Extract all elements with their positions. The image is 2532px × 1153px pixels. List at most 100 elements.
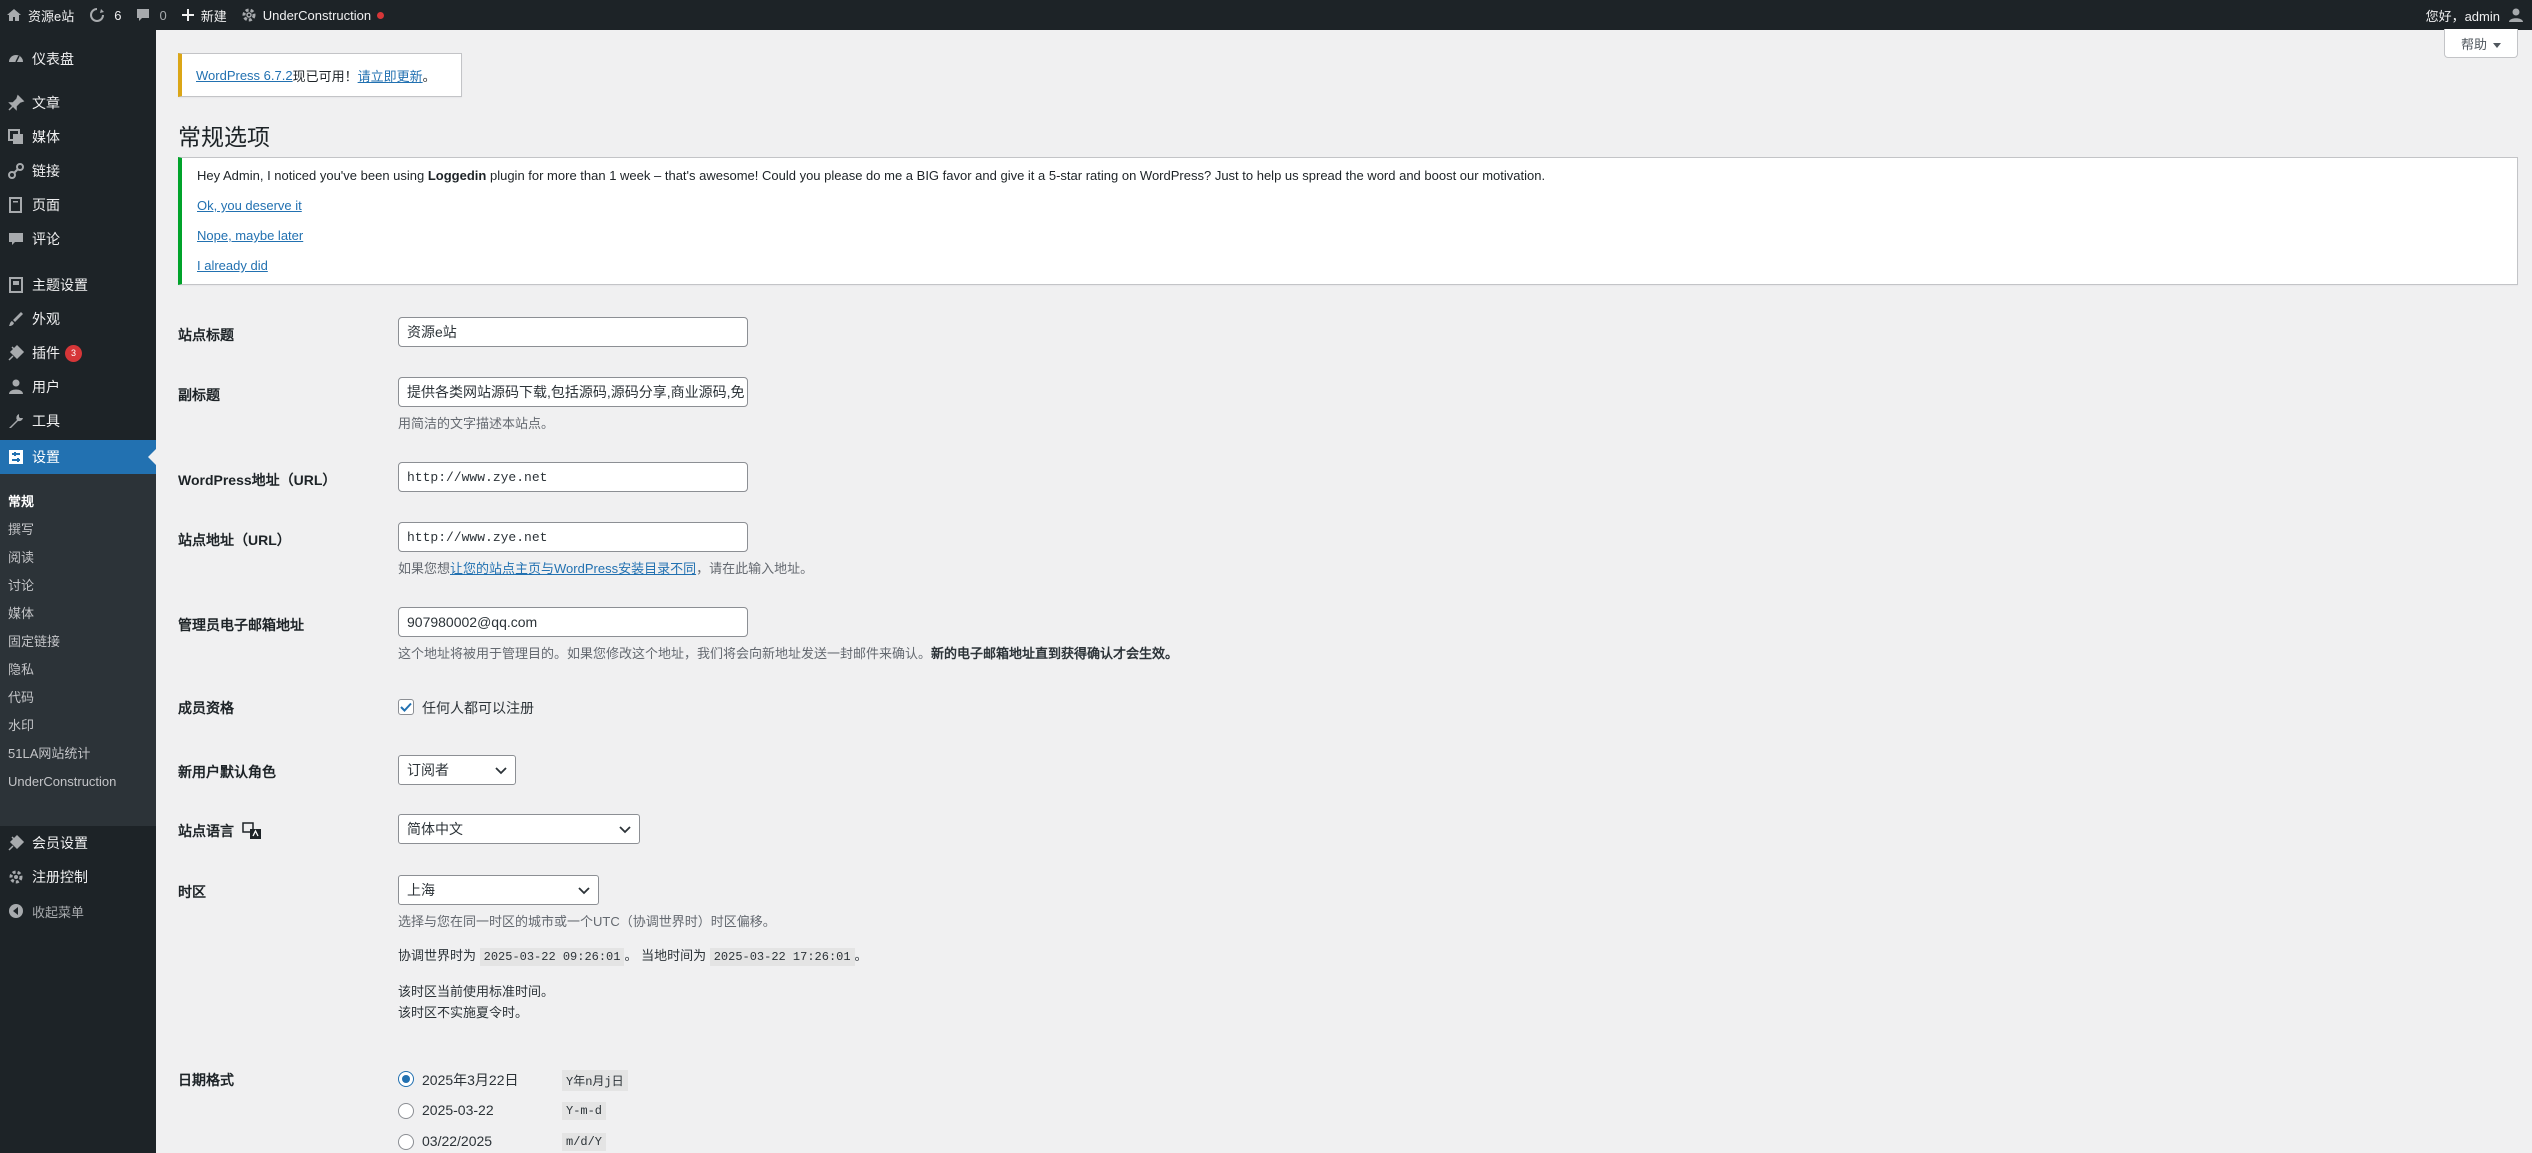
submenu-reading[interactable]: 阅读 (8, 548, 34, 568)
rating-message-post: plugin for more than 1 week – that's awe… (486, 168, 1546, 183)
settings-icon (0, 448, 32, 466)
comment-bubble-icon (135, 7, 151, 23)
underconstruction-label: UnderConstruction (262, 7, 372, 23)
menu-media[interactable]: 媒体 (0, 120, 156, 154)
wordpress-url-input[interactable]: http://www.zye.net (398, 462, 748, 492)
update-period: 。 (422, 68, 436, 84)
timezone-label: 时区 (178, 884, 206, 900)
chevron-down-icon (619, 821, 631, 837)
update-notice: WordPress 6.7.2 现已可用！ 请立即更新 。 (178, 53, 462, 97)
site-language-select[interactable]: 简体中文 (398, 814, 640, 844)
date-format-code-1: Y年n月j日 (562, 1070, 628, 1091)
membership-checkbox-label[interactable]: 任何人都可以注册 (422, 698, 534, 718)
menu-comments[interactable]: 评论 (0, 222, 156, 256)
status-dot-icon (377, 11, 385, 19)
site-url-help-link[interactable]: 让您的站点主页与WordPress安装目录不同 (450, 561, 696, 576)
new-label: 新建 (200, 8, 227, 24)
menu-register-control[interactable]: 注册控制 (0, 860, 156, 894)
submenu-51la-stats[interactable]: 51LA网站统计 (8, 744, 90, 764)
rate-later-link[interactable]: Nope, maybe later (197, 228, 303, 243)
underconstruction-menu[interactable]: UnderConstruction (235, 0, 392, 30)
dst-note: 该时区不实施夏令时。 (398, 1005, 529, 1020)
collapse-menu-button[interactable]: 收起菜单 (0, 894, 156, 928)
site-title-label: 站点标题 (178, 327, 234, 343)
submenu-media[interactable]: 媒体 (8, 604, 34, 624)
rate-done-link[interactable]: I already did (197, 258, 268, 273)
site-url-desc-post: ，请在此输入地址。 (696, 561, 814, 576)
submenu-underconstruction[interactable]: UnderConstruction (8, 772, 116, 792)
menu-settings[interactable]: 设置 (0, 440, 156, 474)
date-format-code-3: m/d/Y (562, 1133, 607, 1151)
admin-email-input[interactable]: 907980002@qq.com (398, 607, 748, 637)
submenu-discussion[interactable]: 讨论 (8, 576, 34, 596)
chevron-down-icon (495, 762, 507, 778)
member-settings-icon (0, 834, 32, 852)
rate-yes-link[interactable]: Ok, you deserve it (197, 198, 302, 213)
dashboard-icon (0, 50, 32, 68)
site-language-label-text: 站点语言 (178, 823, 234, 839)
default-role-select[interactable]: 订阅者 (398, 755, 516, 785)
date-format-label: 日期格式 (178, 1072, 234, 1088)
utc-label: 协调世界时为 (398, 948, 477, 963)
date-format-option-1[interactable]: 2025年3月22日 (422, 1070, 519, 1090)
menu-users[interactable]: 用户 (0, 370, 156, 404)
menu-posts[interactable]: 文章 (0, 86, 156, 120)
chevron-down-icon (578, 882, 590, 898)
admin-email-desc-bold: 新的电子邮箱地址直到获得确认才会生效。 (931, 646, 1179, 661)
menu-tools[interactable]: 工具 (0, 404, 156, 438)
comments-menu[interactable]: 0 (129, 0, 174, 30)
submenu-watermark[interactable]: 水印 (8, 716, 34, 736)
menu-dashboard[interactable]: 仪表盘 (0, 42, 156, 76)
site-title-input[interactable]: 资源e站 (398, 317, 748, 347)
my-account-menu[interactable]: 您好，admin (2426, 6, 2532, 25)
plugin-icon (0, 344, 32, 362)
submenu-writing[interactable]: 撰写 (8, 520, 34, 540)
new-content-menu[interactable]: 新建 (175, 0, 235, 30)
site-name-menu[interactable]: 资源e站 (0, 0, 82, 30)
updates-menu[interactable]: 6 (82, 0, 129, 30)
register-control-icon (0, 868, 32, 886)
submenu-code[interactable]: 代码 (8, 688, 34, 708)
submenu-permalinks[interactable]: 固定链接 (8, 632, 60, 652)
membership-checkbox[interactable] (398, 699, 414, 715)
membership-label: 成员资格 (178, 700, 234, 716)
date-format-option-3[interactable]: 03/22/2025 (422, 1133, 492, 1149)
site-url-desc-pre: 如果您想 (398, 561, 451, 576)
help-label: 帮助 (2460, 36, 2487, 52)
gear-icon (241, 7, 257, 23)
wordpress-version-link[interactable]: WordPress 6.7.2 (196, 68, 293, 83)
translation-icon (242, 822, 262, 843)
page-title: 常规选项 (178, 124, 270, 150)
default-role-label: 新用户默认角色 (178, 764, 276, 780)
default-role-value: 订阅者 (407, 762, 449, 778)
home-icon (6, 7, 22, 23)
greeting: 您好，admin (2425, 8, 2500, 24)
menu-appearance[interactable]: 外观 (0, 302, 156, 336)
menu-plugins[interactable]: 插件 3 (0, 336, 156, 370)
menu-links[interactable]: 链接 (0, 154, 156, 188)
update-now-link[interactable]: 请立即更新 (358, 66, 423, 85)
caret-down-icon (2493, 36, 2501, 51)
timezone-select[interactable]: 上海 (398, 875, 599, 905)
submenu-general[interactable]: 常规 (8, 492, 34, 512)
site-url-input[interactable]: http://www.zye.net (398, 522, 748, 552)
help-tab-button[interactable]: 帮助 (2444, 29, 2518, 58)
date-format-option-2[interactable]: 2025-03-22 (422, 1102, 494, 1118)
submenu-privacy[interactable]: 隐私 (8, 660, 34, 680)
site-name: 资源e站 (28, 8, 75, 24)
radio-dot (402, 1075, 410, 1083)
menu-theme-settings[interactable]: 主题设置 (0, 268, 156, 302)
tagline-input[interactable]: 提供各类网站源码下载,包括源码,源码分享,商业源码,免 (398, 377, 748, 407)
menu-member-settings[interactable]: 会员设置 (0, 826, 156, 860)
admin-email-label: 管理员电子邮箱地址 (178, 617, 304, 633)
tools-icon (0, 412, 32, 430)
menu-pages[interactable]: 页面 (0, 188, 156, 222)
user-icon (0, 378, 32, 396)
site-language-value: 简体中文 (407, 821, 463, 837)
date-format-radio-3[interactable] (398, 1134, 414, 1150)
date-format-radio-1[interactable] (398, 1071, 414, 1087)
collapse-icon (0, 902, 32, 920)
date-format-radio-2[interactable] (398, 1103, 414, 1119)
date-format-code-2: Y-m-d (562, 1102, 607, 1120)
site-language-label: 站点语言 (178, 821, 262, 843)
